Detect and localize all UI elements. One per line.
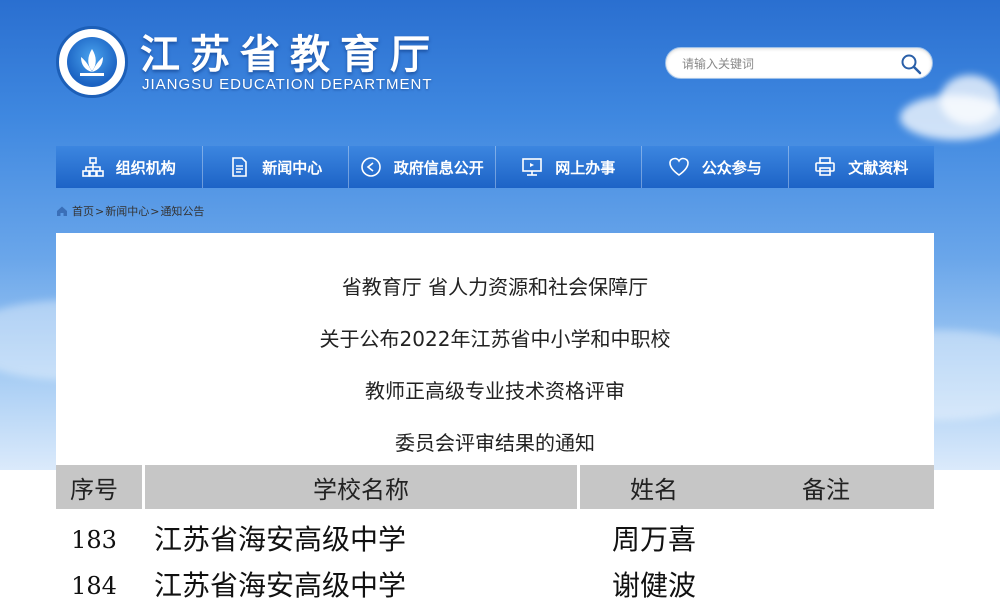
article-title-line: 教师正高级专业技术资格评审 [365, 379, 625, 403]
nav-item-label: 组织机构 [115, 158, 176, 177]
monitor-icon [522, 158, 543, 176]
nav-item-label: 政府信息公开 [393, 158, 484, 177]
cell-name: 谢健波 [612, 569, 697, 602]
cell-name: 周万喜 [612, 523, 697, 556]
article-title-line: 关于公布2022年江苏省中小学和中职校 [319, 327, 671, 351]
site-logo[interactable] [56, 26, 128, 98]
column-header-school: 学校名称 [313, 476, 409, 504]
nav-item-news[interactable]: 新闻中心 [203, 146, 349, 188]
site-subtitle: JIANGSU EDUCATION DEPARTMENT [142, 76, 433, 93]
logo-emblem-icon [67, 37, 117, 87]
search-box [665, 47, 933, 79]
column-header-name: 姓名 [630, 476, 678, 504]
cell-school: 江苏省海安高级中学 [154, 523, 407, 556]
nav-item-label: 新闻中心 [262, 158, 323, 177]
results-table: 序号 学校名称 姓名 备注 183 江苏省海安高级中学 周万喜 184 江苏省海… [56, 465, 934, 615]
article-title-line: 省教育厅 省人力资源和社会保障厅 [341, 275, 649, 299]
heart-icon [668, 157, 689, 176]
breadcrumb-separator: > [95, 204, 105, 218]
breadcrumb-home-link[interactable]: 首页 [72, 203, 94, 219]
breadcrumb-current: 通知公告 [160, 205, 205, 218]
nav-item-label: 公众参与 [701, 158, 762, 177]
nav-item-gov-info[interactable]: 政府信息公开 [349, 146, 496, 188]
nav-item-label: 文献资料 [848, 158, 909, 177]
column-header-note: 备注 [802, 476, 850, 504]
table-row: 184 江苏省海安高级中学 谢健波 [56, 563, 934, 609]
column-header-number: 序号 [70, 476, 118, 504]
document-icon [232, 157, 248, 177]
nav-item-label: 网上办事 [555, 158, 616, 177]
cell-school: 江苏省海安高级中学 [154, 569, 407, 602]
site-title: 江苏省教育厅 [140, 32, 440, 78]
home-icon [57, 206, 67, 216]
cloud-decoration [940, 75, 1000, 125]
cell-number: 183 [71, 526, 117, 554]
play-circle-icon [360, 157, 381, 177]
article-content: 省教育厅 省人力资源和社会保障厅 关于公布2022年江苏省中小学和中职校 教师正… [56, 233, 934, 465]
printer-icon [815, 157, 836, 176]
table-header: 序号 学校名称 姓名 备注 [56, 465, 934, 509]
nav-item-online-services[interactable]: 网上办事 [496, 146, 642, 188]
cell-number: 184 [71, 572, 117, 600]
nav-item-documents[interactable]: 文献资料 [789, 146, 935, 188]
nav-item-public-participation[interactable]: 公众参与 [642, 146, 789, 188]
breadcrumb-news-link[interactable]: 新闻中心 [105, 203, 149, 219]
main-nav: 组织机构 新闻中心 政府信息公开 网上办事 公众参与 文献资料 [56, 146, 934, 188]
search-icon[interactable] [900, 53, 922, 75]
table-row: 183 江苏省海安高级中学 周万喜 [56, 517, 934, 563]
breadcrumb: 首页 > 新闻中心 > 通知公告 [56, 203, 204, 219]
breadcrumb-separator: > [150, 204, 160, 218]
nav-item-organization[interactable]: 组织机构 [56, 146, 203, 188]
search-input[interactable] [680, 54, 894, 74]
org-chart-icon [81, 157, 104, 177]
article-title-line: 委员会评审结果的通知 [395, 431, 595, 455]
